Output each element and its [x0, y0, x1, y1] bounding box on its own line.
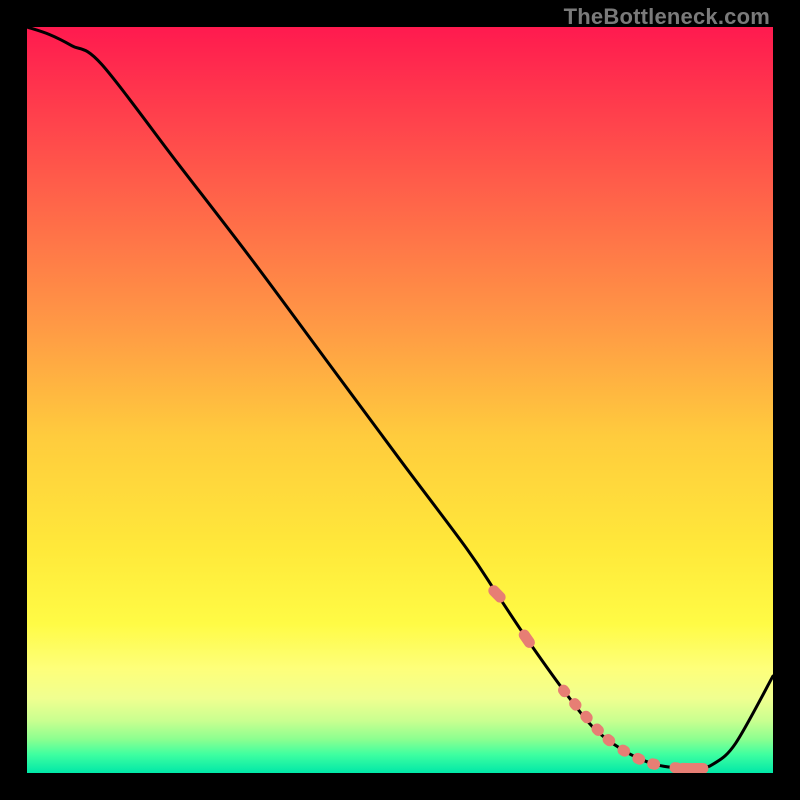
bottleneck-curve: [27, 27, 773, 769]
curve-marker: [486, 583, 508, 605]
curve-marker: [631, 751, 647, 766]
curve-marker: [615, 743, 632, 759]
curve-markers: [486, 583, 708, 773]
plot-area: [27, 27, 773, 773]
chart-frame: TheBottleneck.com: [0, 0, 800, 800]
curve-marker: [688, 763, 708, 773]
curve-marker: [646, 757, 661, 771]
curve-layer: [27, 27, 773, 773]
